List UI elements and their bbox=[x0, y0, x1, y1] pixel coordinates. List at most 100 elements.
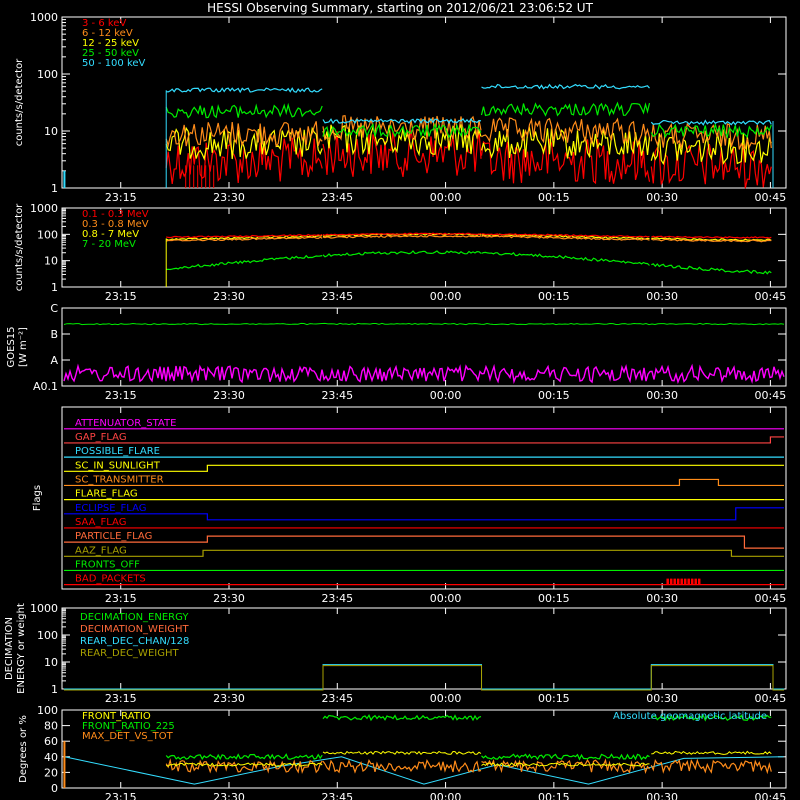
panels: 23:15 23:30 23:45 00:00 00:15 00:30 00:4511010… bbox=[4, 11, 787, 800]
panel6-xtick-label: 00:00 bbox=[430, 791, 462, 800]
panel2-series-green bbox=[322, 250, 482, 258]
panel1-series-red bbox=[650, 143, 772, 189]
panel6-ytick-label: 60 bbox=[44, 735, 58, 748]
panel2-series-green bbox=[651, 263, 772, 275]
panel4-flag-line bbox=[64, 478, 784, 487]
panel6-series-front-ratio bbox=[651, 750, 772, 755]
panel5-ytick-label: 1000 bbox=[30, 602, 58, 615]
panel5-ylabel: DECIMATION bbox=[4, 617, 15, 680]
panel6-xtick-label: 23:30 bbox=[213, 791, 245, 800]
panel2-xtick-label: 00:15 bbox=[538, 290, 570, 303]
panel5-legend-entry: REAR_DEC_CHAN/128 bbox=[80, 636, 189, 647]
panel1-series-cyan bbox=[650, 119, 772, 126]
panel-decimation: 23:15 23:30 23:45 00:00 00:15 00:30 00:45 1 10 10… bbox=[4, 602, 787, 705]
panel6-ylabel: Degrees or % bbox=[18, 715, 29, 783]
panel1-series-green bbox=[165, 102, 323, 119]
panel3-ylabel2: [W m⁻²] bbox=[18, 327, 29, 367]
panel4-bad-packet bbox=[673, 578, 676, 585]
panel-goes: 23:15 23:30 23:45 00:00 00:15 00:30 00:45 A0.1 A… bbox=[6, 302, 787, 402]
panel4-bad-packet bbox=[690, 578, 694, 585]
panel4-xtick-label: 00:15 bbox=[538, 592, 570, 605]
panel6-xtick-label: 23:45 bbox=[321, 791, 353, 800]
panel4-bad-packet bbox=[680, 578, 683, 585]
panel5-series-rear-chan bbox=[64, 664, 784, 690]
panel5-xtick-label: 23:45 bbox=[321, 692, 353, 705]
panel4-xtick-label: 00:45 bbox=[755, 592, 787, 605]
panel4-bad-packet bbox=[697, 578, 701, 585]
panel4-flag-line bbox=[64, 507, 784, 521]
panel4-flag-label: FRONTS_OFF bbox=[75, 559, 140, 570]
panel3-series-short bbox=[63, 363, 785, 385]
panel3-xtick-label: 23:30 bbox=[213, 389, 245, 402]
panel1-ytick-label: 100 bbox=[37, 68, 58, 81]
panel4-xtick-label: 23:45 bbox=[321, 592, 353, 605]
panel3-xtick-label: 00:15 bbox=[538, 389, 570, 402]
panel5-series-rear-weight bbox=[64, 665, 784, 691]
panel1-xtick-label: 00:15 bbox=[538, 191, 570, 204]
panel3-xtick-label: 23:15 bbox=[105, 389, 137, 402]
panel1-ytick-label: 1 bbox=[51, 182, 58, 195]
panel1-series-green bbox=[480, 101, 651, 117]
panel6-series-front-ratio bbox=[322, 750, 482, 756]
panel5-xtick-label: 00:45 bbox=[755, 692, 787, 705]
panel5-legend-entry: DECIMATION_WEIGHT bbox=[80, 624, 189, 635]
panel1-xtick-label: 00:45 bbox=[755, 191, 787, 204]
panel5-xtick-label: 23:30 bbox=[213, 692, 245, 705]
panel3-ytick-label: A bbox=[50, 354, 58, 367]
panel3-ytick-label: C bbox=[50, 302, 58, 315]
panel3-xtick-label: 00:00 bbox=[430, 389, 462, 402]
panel-high-energy: 23:15 23:30 23:45 00:00 00:15 00:30 00:45 1 10 10… bbox=[14, 202, 787, 303]
panel4-flag-label: SAA_FLAG bbox=[75, 517, 126, 528]
panel6-series-maxdet bbox=[322, 758, 482, 774]
panel5-legend-entry: REAR_DEC_WEIGHT bbox=[80, 648, 179, 659]
panel4-flag-label: FLARE_FLAG bbox=[75, 489, 138, 500]
panel1-xtick-label: 23:30 bbox=[213, 191, 245, 204]
panel4-bad-packet bbox=[683, 578, 687, 585]
panel4-xtick-label: 00:00 bbox=[430, 592, 462, 605]
panel6-ytick-label: 100 bbox=[37, 704, 58, 717]
panel1-series-cyan bbox=[481, 83, 650, 90]
hessi-summary-figure: HESSI Observing Summary, starting on 201… bbox=[4, 1, 787, 800]
panel1-legend-entry: 50 - 100 keV bbox=[82, 58, 146, 69]
panel1-xtick-label: 00:30 bbox=[646, 191, 678, 204]
panel6-ytick-label: 80 bbox=[44, 720, 58, 733]
panel2-xtick-label: 00:00 bbox=[430, 290, 462, 303]
panel4-bad-packet bbox=[666, 578, 669, 585]
panel1-series-yellow bbox=[650, 132, 772, 166]
panel5-ytick-label: 10 bbox=[44, 656, 58, 669]
panel4-frame bbox=[61, 406, 787, 590]
panel4-flag-label: AAZ_FLAG bbox=[75, 545, 127, 556]
panel4-bad-packet bbox=[694, 578, 697, 585]
panel1-xtick-label: 23:15 bbox=[105, 191, 137, 204]
panel2-xtick-label: 23:15 bbox=[105, 290, 137, 303]
panel6-annotation: Absolute geomagnetic latitude bbox=[613, 711, 767, 722]
panel6-xtick-label: 00:30 bbox=[646, 791, 678, 800]
panel4-flag-line bbox=[64, 549, 784, 557]
panel6-xtick-label: 23:15 bbox=[105, 791, 137, 800]
panel2-series-green bbox=[166, 254, 323, 271]
panel4-flag-label: SC_TRANSMITTER bbox=[75, 474, 164, 485]
panel6-series-maxdet bbox=[165, 758, 323, 774]
panel4-flag-line bbox=[64, 436, 784, 444]
panel4-flag-label: ATTENUATOR_STATE bbox=[75, 418, 176, 429]
panel2-legend-entry: 7 - 20 MeV bbox=[82, 239, 136, 250]
panel6-series-front225 bbox=[165, 753, 323, 761]
panel1-series-cyan bbox=[322, 117, 482, 125]
panel6-xtick-label: 00:15 bbox=[538, 791, 570, 800]
panel1-ylabel: counts/s/detector bbox=[14, 58, 25, 146]
panel2-ytick-label: 1000 bbox=[30, 202, 58, 215]
panel-low-energy: 23:15 23:30 23:45 00:00 00:15 00:30 00:45 1 10 10… bbox=[14, 11, 787, 204]
panel4-flag-line bbox=[64, 464, 784, 472]
panel5-ytick-label: 1 bbox=[51, 683, 58, 696]
panel1-ytick-label: 1000 bbox=[30, 11, 58, 24]
panel2-xtick-label: 00:30 bbox=[646, 290, 678, 303]
panel1-series-red bbox=[322, 130, 482, 178]
panel6-ytick-label: 20 bbox=[44, 766, 58, 779]
panel3-ylabel: GOES15 bbox=[6, 326, 17, 367]
panel1-series-cyan bbox=[166, 87, 323, 94]
panel3-ytick-label: A0.1 bbox=[33, 380, 58, 393]
panel2-series-green bbox=[481, 251, 650, 266]
panel5-xtick-label: 00:00 bbox=[430, 692, 462, 705]
panel1-xtick-label: 23:45 bbox=[321, 191, 353, 204]
panel6-legend-entry: MAX_DET_VS_TOT bbox=[82, 731, 174, 742]
